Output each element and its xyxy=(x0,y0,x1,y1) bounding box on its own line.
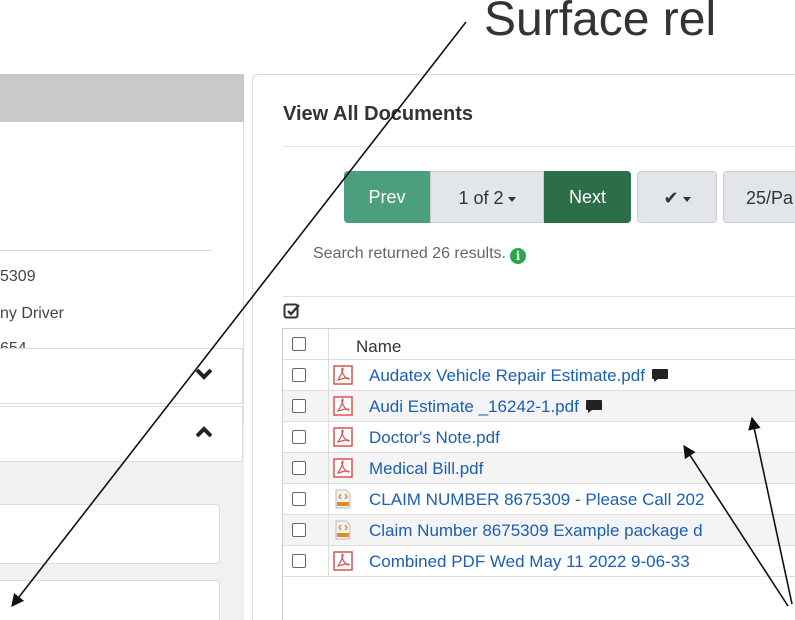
column-divider xyxy=(328,453,329,484)
page-title: View All Documents xyxy=(283,103,474,125)
document-link[interactable]: Medical Bill.pdf xyxy=(369,459,483,479)
panel-header xyxy=(0,74,244,122)
table-row: CLAIM NUMBER 8675309 - Please Call 202 xyxy=(283,484,795,515)
select-all-checkbox[interactable] xyxy=(292,337,306,351)
table-row: Audatex Vehicle Repair Estimate.pdf xyxy=(283,360,795,391)
caret-down-icon xyxy=(682,196,691,202)
document-link[interactable]: Combined PDF Wed May 11 2022 9-06-33 xyxy=(369,552,690,572)
page-select-button[interactable]: 1 of 2 xyxy=(430,171,544,223)
results-text: Search returned 26 results. xyxy=(313,245,506,262)
document-name[interactable]: Audi Estimate _16242-1.pdf xyxy=(369,397,579,416)
divider xyxy=(283,296,795,297)
pdf-icon xyxy=(333,365,353,385)
documents-table: Name Audatex Vehicle Repair Estimate.pdf… xyxy=(282,328,795,620)
document-link[interactable]: Claim Number 8675309 Example package d xyxy=(369,521,703,541)
results-status: Search returned 26 results. i xyxy=(313,245,526,264)
column-divider xyxy=(328,515,329,546)
row-checkbox[interactable] xyxy=(292,368,306,382)
row-checkbox[interactable] xyxy=(292,399,306,413)
document-name[interactable]: Combined PDF Wed May 11 2022 9-06-33 xyxy=(369,552,690,571)
document-name[interactable]: Audatex Vehicle Repair Estimate.pdf xyxy=(369,366,645,385)
check-icon: ✔ xyxy=(663,188,679,208)
document-link[interactable]: Doctor's Note.pdf xyxy=(369,428,500,448)
column-divider xyxy=(328,422,329,453)
per-page-button[interactable]: 25/Pa xyxy=(723,171,795,223)
claim-info-line-1: 5309 xyxy=(0,268,36,285)
table-header-row: Name xyxy=(283,329,795,360)
row-checkbox[interactable] xyxy=(292,523,306,537)
page-label: 1 of 2 xyxy=(458,188,504,208)
annotation-title: Surface rel xyxy=(484,0,717,46)
column-divider xyxy=(328,329,329,360)
collapsed-section[interactable] xyxy=(0,348,243,404)
column-divider xyxy=(328,391,329,422)
table-row: Doctor's Note.pdf xyxy=(283,422,795,453)
pdf-icon xyxy=(333,396,353,416)
bulk-select-button[interactable]: ✔ xyxy=(637,171,717,223)
pdf-icon xyxy=(333,458,353,478)
pdf-icon xyxy=(333,427,353,447)
claim-info-panel: 5309 ny Driver 654 xyxy=(0,74,244,620)
pdf-icon xyxy=(333,551,353,571)
table-row: Audi Estimate _16242-1.pdf xyxy=(283,391,795,422)
row-checkbox[interactable] xyxy=(292,461,306,475)
row-checkbox[interactable] xyxy=(292,430,306,444)
table-row: Combined PDF Wed May 11 2022 9-06-33 xyxy=(283,546,795,577)
info-icon[interactable]: i xyxy=(510,248,526,264)
next-button[interactable]: Next xyxy=(544,171,631,223)
input-field[interactable] xyxy=(0,504,220,564)
prev-button[interactable]: Prev xyxy=(344,171,430,223)
select-all-icon[interactable] xyxy=(283,302,301,320)
claim-info-line-2: ny Driver xyxy=(0,305,65,322)
html-file-icon xyxy=(335,489,351,509)
document-name[interactable]: Medical Bill.pdf xyxy=(369,459,483,478)
chevron-up-icon[interactable] xyxy=(194,422,214,442)
input-field[interactable] xyxy=(0,580,220,620)
column-divider xyxy=(328,484,329,515)
html-file-icon xyxy=(335,520,351,540)
table-row: Claim Number 8675309 Example package d xyxy=(283,515,795,546)
row-checkbox[interactable] xyxy=(292,554,306,568)
column-divider xyxy=(328,360,329,391)
divider xyxy=(283,146,795,147)
expanded-section[interactable] xyxy=(0,406,243,462)
document-name[interactable]: Doctor's Note.pdf xyxy=(369,428,500,447)
document-link[interactable]: Audi Estimate _16242-1.pdf xyxy=(369,397,603,417)
row-checkbox[interactable] xyxy=(292,492,306,506)
caret-down-icon xyxy=(507,196,516,202)
comment-icon[interactable] xyxy=(585,399,603,414)
table-row: Medical Bill.pdf xyxy=(283,453,795,484)
document-name[interactable]: CLAIM NUMBER 8675309 - Please Call 202 xyxy=(369,490,704,509)
document-name[interactable]: Claim Number 8675309 Example package d xyxy=(369,521,703,540)
column-divider xyxy=(328,546,329,577)
comment-icon[interactable] xyxy=(651,368,669,383)
divider xyxy=(0,250,212,251)
chevron-down-icon[interactable] xyxy=(194,364,214,384)
document-link[interactable]: Audatex Vehicle Repair Estimate.pdf xyxy=(369,366,669,386)
column-header-name[interactable]: Name xyxy=(356,337,401,357)
document-link[interactable]: CLAIM NUMBER 8675309 - Please Call 202 xyxy=(369,490,704,510)
